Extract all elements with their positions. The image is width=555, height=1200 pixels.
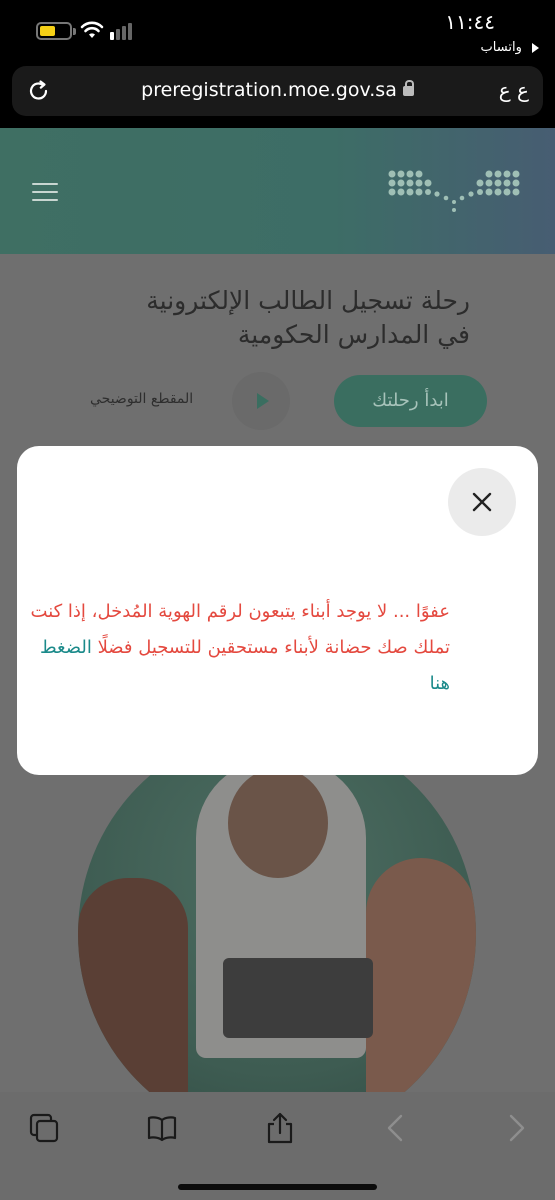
back-arrow-icon[interactable] <box>380 1112 412 1144</box>
wifi-icon <box>80 21 104 38</box>
play-video-icon[interactable] <box>232 372 290 430</box>
address-bar[interactable]: preregistration.moe.gov.sa ع ع <box>12 66 543 116</box>
forward-arrow-icon[interactable] <box>500 1112 532 1144</box>
url-display[interactable]: preregistration.moe.gov.sa <box>12 79 543 101</box>
share-icon[interactable] <box>264 1112 296 1144</box>
status-bar: ١١:٤٤ واتساب <box>0 0 555 62</box>
ministry-logo <box>388 170 520 212</box>
hero-title-line1: رحلة تسجيل الطالب الإلكترونية <box>146 286 470 315</box>
cellular-signal-icon <box>110 22 136 40</box>
error-message-text: عفوًا ... لا يوجد أبناء يتبعون لرقم الهو… <box>30 601 450 658</box>
battery-level <box>40 26 56 36</box>
url-text: preregistration.moe.gov.sa <box>141 79 397 101</box>
menu-icon[interactable] <box>32 183 58 201</box>
hero-title: رحلة تسجيل الطالب الإلكترونية في المدارس… <box>70 284 470 352</box>
lock-icon <box>402 79 414 96</box>
photo-girl <box>366 858 476 1092</box>
browser-toolbar <box>0 1092 555 1200</box>
back-triangle-icon <box>532 42 539 53</box>
hero-photo <box>78 728 476 1092</box>
photo-laptop <box>223 958 373 1038</box>
text-size-button[interactable]: ع ع <box>499 78 529 102</box>
error-message: عفوًا ... لا يوجد أبناء يتبعون لرقم الهو… <box>30 594 450 702</box>
home-indicator <box>178 1184 377 1190</box>
tabs-icon[interactable] <box>28 1112 60 1144</box>
photo-father-head <box>228 768 328 878</box>
photo-boy <box>78 878 188 1092</box>
close-icon[interactable] <box>472 492 492 512</box>
back-to-app-label: واتساب <box>480 40 522 55</box>
hero-title-line2: في المدارس الحكومية <box>237 320 470 349</box>
battery-icon <box>36 22 76 40</box>
video-label[interactable]: المقطع التوضيحي <box>90 391 193 407</box>
bookmarks-icon[interactable] <box>146 1112 178 1144</box>
close-button[interactable] <box>448 468 516 536</box>
status-time: ١١:٤٤ <box>445 10 495 34</box>
back-to-app-link[interactable]: واتساب <box>481 40 539 55</box>
site-header <box>0 128 555 254</box>
error-modal: عفوًا ... لا يوجد أبناء يتبعون لرقم الهو… <box>17 446 538 775</box>
start-journey-button[interactable]: ابدأ رحلتك <box>334 375 487 427</box>
